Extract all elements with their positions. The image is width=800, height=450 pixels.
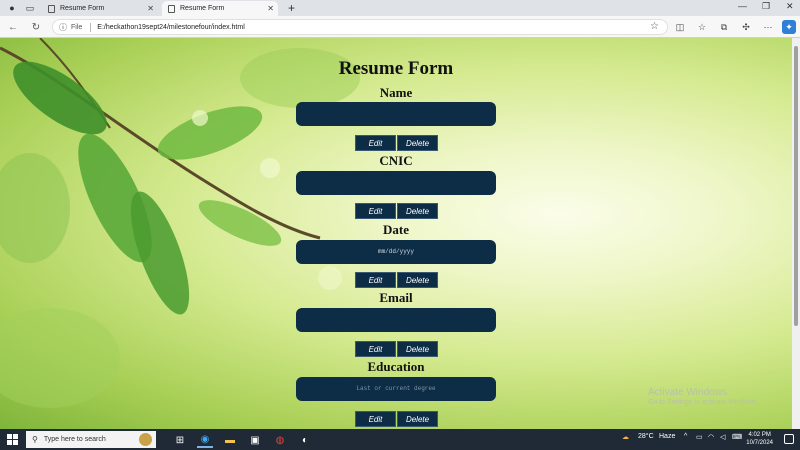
page-scrollbar[interactable] <box>792 38 800 429</box>
email-input[interactable] <box>296 308 496 332</box>
date-label: Date <box>383 222 409 237</box>
wifi-icon[interactable]: ◠ <box>708 433 714 441</box>
cnic-label: CNIC <box>379 153 413 168</box>
collections-icon[interactable]: ⧉ <box>717 20 731 34</box>
taskbar-search[interactable]: ⚲ Type here to search <box>26 431 156 448</box>
cnic-delete-button[interactable]: Delete <box>397 203 438 219</box>
split-screen-icon[interactable]: ◫ <box>673 20 687 34</box>
extensions-icon[interactable]: ✣ <box>739 20 753 34</box>
page-viewport: Resume Form Name Edit Delete CNIC Edit D… <box>0 38 800 429</box>
edge-browser-icon[interactable]: ◉ <box>197 432 213 448</box>
cnic-input[interactable] <box>296 171 496 195</box>
refresh-icon[interactable]: ↻ <box>29 20 43 34</box>
minimize-icon[interactable]: — <box>738 1 747 11</box>
name-delete-button[interactable]: Delete <box>397 135 438 151</box>
store-icon[interactable]: ▣ <box>247 432 263 448</box>
search-highlight-icon <box>139 433 152 446</box>
email-label: Email <box>379 290 413 305</box>
page-icon <box>48 4 55 13</box>
name-input[interactable] <box>296 102 496 126</box>
show-hidden-icons-icon[interactable]: ^ <box>684 433 687 440</box>
tab-title: Resume Form <box>60 5 105 12</box>
email-delete-button[interactable]: Delete <box>397 341 438 357</box>
weather-text[interactable]: Haze <box>659 433 675 440</box>
search-icon: ⚲ <box>32 435 38 444</box>
name-label: Name <box>379 85 413 100</box>
url-divider <box>90 22 92 32</box>
taskbar-clock[interactable]: 4:02 PM 10/7/2024 <box>746 431 773 447</box>
back-icon[interactable]: ← <box>6 20 20 34</box>
tab-actions-icon[interactable]: ▭ <box>24 2 36 14</box>
url-text: E:/heckathon19sept24/milestonefour/index… <box>97 23 245 31</box>
weather-icon[interactable]: ☁ <box>622 433 629 441</box>
date-edit-button[interactable]: Edit <box>355 272 396 288</box>
page-icon <box>168 4 175 13</box>
watermark-subtitle: Go to Settings to activate Windows. <box>648 399 759 406</box>
education-edit-button[interactable]: Edit <box>355 411 396 427</box>
name-edit-button[interactable]: Edit <box>355 135 396 151</box>
chrome-icon[interactable]: ◍ <box>272 432 288 448</box>
app-icon[interactable]: ◐ <box>297 432 313 448</box>
url-input[interactable]: ⓘ File E:/heckathon19sept24/milestonefou… <box>52 19 668 35</box>
email-edit-button[interactable]: Edit <box>355 341 396 357</box>
new-tab-icon[interactable]: + <box>288 1 295 15</box>
volume-icon[interactable]: ◁ <box>720 433 725 441</box>
weather-temp[interactable]: 28°C <box>638 433 654 440</box>
url-prefix: File <box>71 23 83 31</box>
task-view-icon[interactable]: ⊞ <box>172 432 188 448</box>
more-options-icon[interactable]: ⋯ <box>761 20 775 34</box>
search-placeholder: Type here to search <box>43 436 106 443</box>
taskbar: ⚲ Type here to search ⊞ ◉ ▬ ▣ ◍ ◐ ☁ 28°C… <box>0 429 800 450</box>
activate-windows-watermark: Activate Windows Go to Settings to activ… <box>648 387 759 406</box>
tab-bar: ● ▭ Resume Form ✕ Resume Form ✕ + — ❐ ✕ <box>0 0 800 16</box>
date-delete-button[interactable]: Delete <box>397 272 438 288</box>
address-bar: ← ↻ ⓘ File E:/heckathon19sept24/mileston… <box>0 16 800 38</box>
scrollbar-thumb[interactable] <box>794 46 798 326</box>
watermark-title: Activate Windows <box>648 387 727 398</box>
education-delete-button[interactable]: Delete <box>397 411 438 427</box>
date-input[interactable]: mm/dd/yyyy <box>296 240 496 264</box>
language-icon[interactable]: ⌨ <box>732 433 742 441</box>
favorite-star-icon[interactable]: ☆ <box>650 21 659 32</box>
close-tab-icon[interactable]: ✕ <box>147 4 154 13</box>
file-explorer-icon[interactable]: ▬ <box>222 432 238 448</box>
tab-title: Resume Form <box>180 5 225 12</box>
restore-icon[interactable]: ❐ <box>762 1 770 12</box>
tab-resume-form-2[interactable]: Resume Form ✕ <box>162 1 278 16</box>
close-window-icon[interactable]: ✕ <box>786 1 794 12</box>
profile-icon[interactable]: ● <box>6 2 18 14</box>
copilot-icon[interactable]: ✦ <box>782 20 796 34</box>
notifications-icon[interactable] <box>784 434 794 444</box>
cnic-edit-button[interactable]: Edit <box>355 203 396 219</box>
education-input[interactable]: Last or current degree <box>296 377 496 401</box>
tab-resume-form-1[interactable]: Resume Form ✕ <box>42 1 158 16</box>
clock-date: 10/7/2024 <box>746 440 773 446</box>
network-icon[interactable]: ▭ <box>696 433 703 441</box>
windows-start-icon[interactable] <box>7 434 18 445</box>
close-tab-icon[interactable]: ✕ <box>267 4 274 13</box>
form-title: Resume Form <box>338 58 454 79</box>
clock-time: 4:02 PM <box>748 432 771 438</box>
education-label: Education <box>367 359 425 374</box>
favorites-icon[interactable]: ☆ <box>695 20 709 34</box>
info-icon: ⓘ <box>59 22 67 32</box>
